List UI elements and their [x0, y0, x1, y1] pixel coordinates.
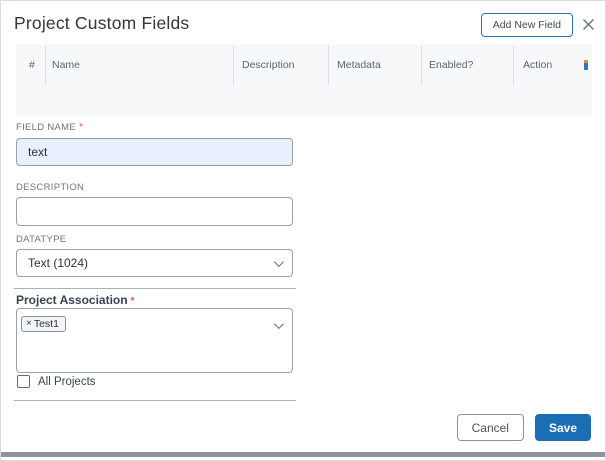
column-header-action: Action	[514, 45, 571, 85]
column-header-description: Description	[234, 45, 329, 85]
required-asterisk: *	[79, 122, 83, 133]
datatype-select[interactable]: Text (1024)	[16, 249, 293, 277]
description-label: DESCRIPTION	[16, 182, 84, 193]
required-asterisk: *	[131, 296, 135, 307]
chevron-down-icon	[274, 257, 284, 267]
column-header-metadata: Metadata	[329, 45, 422, 85]
page-title: Project Custom Fields	[14, 13, 189, 34]
datatype-selected-value: Text (1024)	[28, 256, 88, 270]
chevron-down-icon	[274, 319, 284, 329]
field-name-input[interactable]	[16, 138, 293, 166]
column-header-name: Name	[46, 45, 234, 85]
add-new-field-button[interactable]: Add New Field	[481, 13, 573, 37]
column-header-index: #	[16, 45, 46, 85]
datatype-label: DATATYPE	[16, 234, 66, 245]
field-name-label: FIELD NAME*	[16, 122, 83, 133]
column-header-options	[571, 45, 592, 85]
section-divider	[14, 400, 296, 401]
custom-fields-table: # Name Description Metadata Enabled? Act…	[16, 45, 592, 117]
table-empty-body	[16, 85, 592, 117]
close-icon[interactable]	[581, 17, 596, 32]
save-button[interactable]: Save	[535, 414, 591, 441]
tag-label: Test1	[34, 318, 59, 330]
selected-project-tag[interactable]: × Test1	[21, 316, 66, 332]
remove-tag-icon[interactable]: ×	[26, 318, 32, 329]
project-association-label: Project Association*	[16, 293, 135, 307]
table-header-row: # Name Description Metadata Enabled? Act…	[16, 45, 592, 85]
all-projects-row: All Projects	[17, 375, 96, 388]
column-header-enabled: Enabled?	[422, 45, 514, 85]
all-projects-label: All Projects	[38, 376, 96, 388]
column-options-icon[interactable]	[584, 60, 588, 70]
project-custom-fields-dialog: Project Custom Fields Add New Field # Na…	[0, 0, 606, 461]
all-projects-checkbox[interactable]	[17, 375, 30, 388]
project-association-multiselect[interactable]: × Test1	[16, 308, 293, 373]
bottom-bar	[1, 452, 605, 457]
cancel-button[interactable]: Cancel	[457, 414, 524, 441]
section-divider	[14, 288, 296, 289]
description-input[interactable]	[16, 197, 293, 226]
dialog-footer: Cancel Save	[457, 414, 591, 441]
